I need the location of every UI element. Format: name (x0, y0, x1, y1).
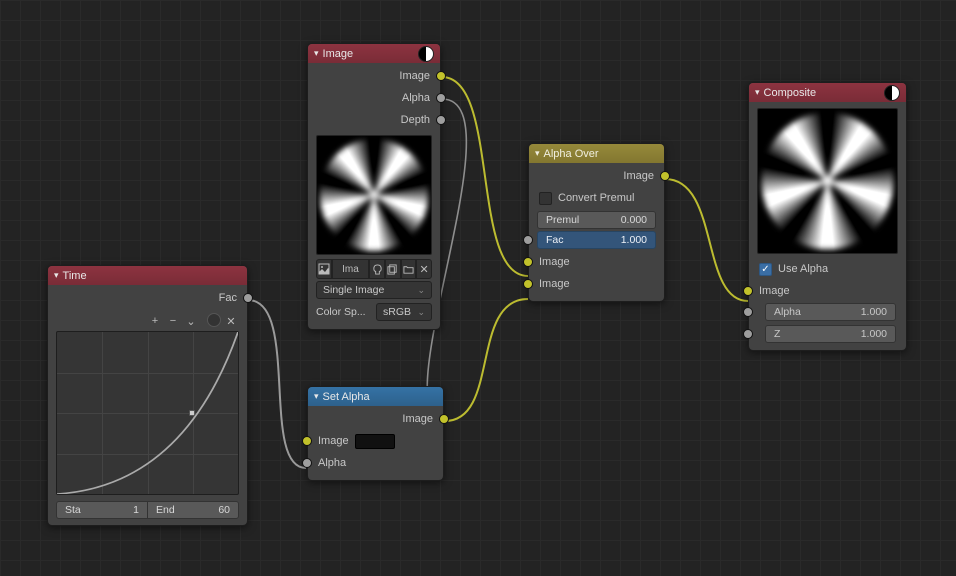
preview-toggle-icon[interactable] (418, 46, 434, 62)
node-title: Image (323, 48, 354, 60)
socket-alpha-in[interactable] (743, 307, 753, 317)
output-depth: Depth (308, 109, 440, 131)
output-image: Image (308, 408, 443, 430)
use-alpha-checkbox[interactable]: ✓ (759, 263, 772, 276)
node-alpha-over[interactable]: ▾ Alpha Over Image Convert Premul Premul… (528, 143, 665, 302)
socket-image-in[interactable] (743, 286, 753, 296)
node-set-alpha[interactable]: ▾ Set Alpha Image Image Alpha (307, 386, 444, 481)
node-composite[interactable]: ▾ Composite ✓ Use Alpha Image Alpha 1.00… (748, 82, 907, 351)
node-header-image[interactable]: ▾ Image (308, 44, 440, 63)
output-image: Image (308, 65, 440, 87)
collapse-icon[interactable]: ▾ (54, 270, 59, 281)
preview-toggle-icon[interactable] (884, 85, 900, 101)
input-z: Z 1.000 (749, 324, 906, 344)
node-title: Alpha Over (544, 148, 599, 160)
collapse-icon[interactable]: ▾ (535, 148, 540, 159)
socket-fac-out[interactable] (243, 293, 253, 303)
browse-image-icon[interactable] (316, 259, 332, 279)
socket-image-out[interactable] (439, 414, 449, 424)
premul-field[interactable]: Premul 0.000 (537, 211, 656, 229)
node-header-set-alpha[interactable]: ▾ Set Alpha (308, 387, 443, 406)
unlink-image-icon[interactable]: ✕ (416, 259, 432, 279)
output-alpha: Alpha (308, 87, 440, 109)
curve-editor[interactable] (56, 331, 239, 495)
output-fac: Fac (48, 287, 247, 309)
input-image1: Image (529, 251, 664, 273)
fake-user-icon[interactable] (369, 259, 385, 279)
input-image2: Image (529, 273, 664, 295)
socket-image-out[interactable] (660, 171, 670, 181)
colorspace-select[interactable]: sRGB ⌄ (376, 303, 432, 321)
alpha-field[interactable]: Alpha 1.000 (765, 303, 896, 321)
z-field[interactable]: Z 1.000 (765, 325, 896, 343)
tools-menu-icon[interactable]: ⌄ (183, 313, 199, 329)
end-frame-field[interactable]: End 60 (147, 501, 239, 519)
socket-image1-in[interactable] (523, 257, 533, 267)
composite-preview (757, 108, 898, 254)
socket-z-in[interactable] (743, 329, 753, 339)
image-name-field[interactable]: Ima (332, 259, 369, 279)
socket-alpha-in[interactable] (302, 458, 312, 468)
clip-toggle-icon[interactable] (207, 313, 221, 327)
zoom-in-icon[interactable]: + (147, 313, 163, 329)
fac-field[interactable]: Fac 1.000 (537, 231, 656, 249)
start-frame-field[interactable]: Sta 1 (56, 501, 147, 519)
colorspace-label: Color Sp... (316, 306, 372, 318)
convert-premul-checkbox[interactable] (539, 192, 552, 205)
node-header-alpha-over[interactable]: ▾ Alpha Over (529, 144, 664, 163)
zoom-out-icon[interactable]: − (165, 313, 181, 329)
input-image: Image (308, 430, 443, 452)
input-alpha: Alpha 1.000 (749, 302, 906, 322)
node-title: Time (63, 270, 87, 282)
socket-alpha-out[interactable] (436, 93, 446, 103)
socket-image2-in[interactable] (523, 279, 533, 289)
node-header-composite[interactable]: ▾ Composite (749, 83, 906, 102)
color-swatch[interactable] (355, 434, 395, 449)
chevron-down-icon: ⌄ (417, 307, 425, 318)
node-time[interactable]: ▾ Time Fac + − ⌄ ✕ (47, 265, 248, 526)
use-alpha-row: ✓ Use Alpha (749, 258, 906, 280)
curve-handle[interactable] (189, 410, 195, 416)
output-image: Image (529, 165, 664, 187)
convert-premul-row: Convert Premul (529, 187, 664, 209)
node-image[interactable]: ▾ Image Image Alpha Depth Ima (307, 43, 441, 330)
input-image: Image (749, 280, 906, 302)
node-title: Set Alpha (323, 391, 370, 403)
node-header-time[interactable]: ▾ Time (48, 266, 247, 285)
socket-depth-out[interactable] (436, 115, 446, 125)
socket-image-in[interactable] (302, 436, 312, 446)
collapse-icon[interactable]: ▾ (314, 391, 319, 402)
curve-toolbar: + − ⌄ ✕ (48, 309, 247, 331)
node-title: Composite (764, 87, 817, 99)
input-alpha: Alpha (308, 452, 443, 474)
source-select[interactable]: Single Image ⌄ (316, 281, 432, 299)
image-preview (316, 135, 432, 255)
image-datablock-bar: Ima ✕ (316, 259, 432, 279)
socket-image-out[interactable] (436, 71, 446, 81)
collapse-icon[interactable]: ▾ (314, 48, 319, 59)
open-image-icon[interactable] (401, 259, 417, 279)
reset-icon[interactable]: ✕ (223, 313, 239, 329)
new-image-icon[interactable] (385, 259, 401, 279)
chevron-down-icon: ⌄ (417, 285, 425, 296)
socket-fac-in[interactable] (523, 235, 533, 245)
collapse-icon[interactable]: ▾ (755, 87, 760, 98)
